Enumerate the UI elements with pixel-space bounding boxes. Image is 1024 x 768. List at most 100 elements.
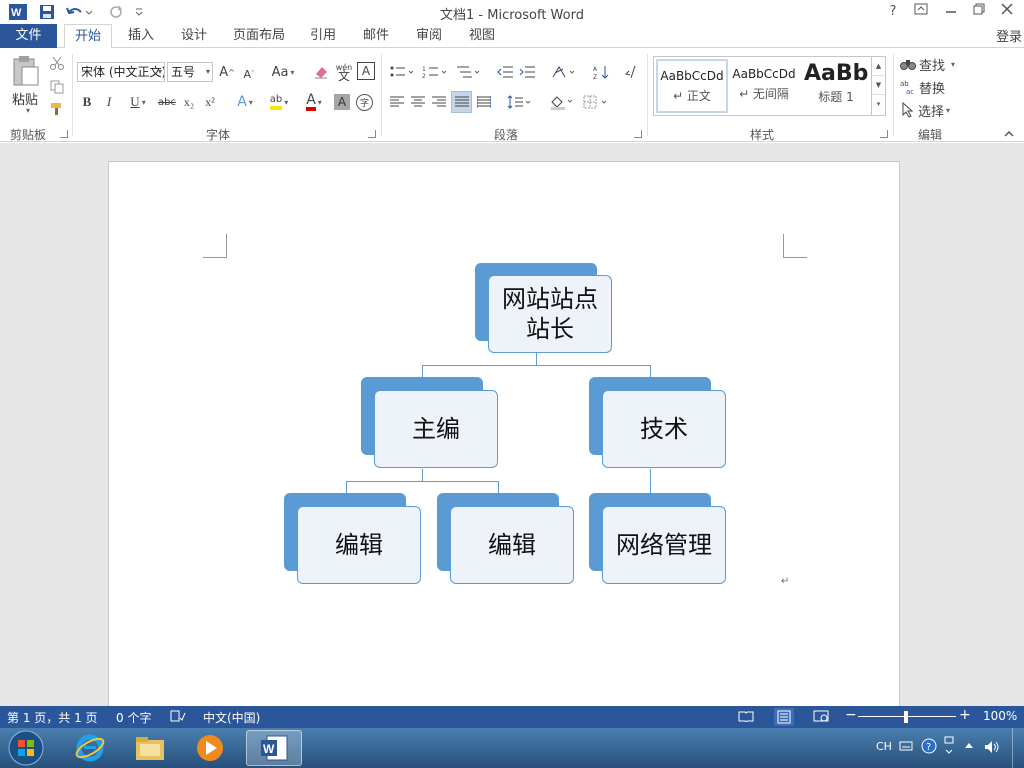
justify-icon[interactable]	[451, 91, 472, 113]
start-button-icon[interactable]	[4, 730, 48, 766]
zoom-level[interactable]: 100%	[983, 709, 1017, 723]
style-normal[interactable]: AaBbCcDd ↵ 正文	[656, 59, 728, 113]
align-left-icon[interactable]	[388, 92, 406, 112]
bold-button[interactable]: B	[79, 92, 95, 112]
ime-settings-icon[interactable]	[944, 736, 954, 759]
select-button[interactable]: 选择 ▾	[902, 100, 962, 120]
paste-icon[interactable]	[8, 54, 42, 88]
paste-dropdown-icon[interactable]: ▾	[20, 105, 34, 115]
highlight-button[interactable]: ab ▾	[263, 92, 295, 112]
strikethrough-button[interactable]: abc	[156, 92, 178, 112]
tab-page-layout[interactable]: 页面布局	[228, 24, 290, 48]
tab-review[interactable]: 审阅	[408, 24, 450, 48]
help-icon[interactable]: ?	[921, 738, 937, 757]
language-indicator[interactable]: 中文(中国)	[203, 709, 260, 726]
file-explorer-icon[interactable]	[126, 730, 174, 766]
style-heading-1[interactable]: AaBb 标题 1	[800, 59, 872, 113]
clear-formatting-icon[interactable]	[312, 62, 330, 82]
line-spacing-icon[interactable]	[505, 92, 535, 112]
character-border-button[interactable]: A	[357, 62, 375, 80]
node-tech[interactable]: 技术	[602, 390, 726, 468]
phonetic-guide-button[interactable]: wén 文	[334, 60, 354, 84]
paragraph-dialog-launcher-icon[interactable]	[634, 130, 642, 138]
proofing-icon[interactable]	[170, 710, 186, 725]
subscript-button[interactable]: x₂	[180, 92, 198, 112]
zoom-out-button[interactable]: −	[845, 707, 857, 723]
word-taskbar-icon[interactable]: W	[246, 730, 302, 766]
show-formatting-marks-icon[interactable]	[623, 62, 641, 82]
show-hidden-icons[interactable]	[964, 740, 974, 753]
input-language[interactable]: CH	[876, 740, 892, 753]
text-effects-button[interactable]: A ▾	[231, 92, 259, 112]
numbering-icon[interactable]: 12	[420, 62, 450, 82]
page-count[interactable]: 第 1 页，共 1 页	[7, 709, 98, 726]
node-editor-2[interactable]: 编辑	[450, 506, 574, 584]
tab-references[interactable]: 引用	[302, 24, 344, 48]
web-layout-icon[interactable]	[813, 710, 829, 725]
tab-insert[interactable]: 插入	[120, 24, 162, 48]
smartart-org-chart[interactable]: 网站站点站长 主编 技术 编辑 编辑 网络管理	[109, 162, 901, 706]
media-player-icon[interactable]	[186, 730, 234, 766]
minimize-button[interactable]	[940, 2, 962, 22]
decrease-indent-icon[interactable]	[495, 62, 515, 82]
tab-design[interactable]: 设计	[173, 24, 215, 48]
italic-button[interactable]: I	[101, 92, 117, 112]
copy-icon[interactable]	[48, 78, 66, 96]
gallery-down-icon[interactable]: ▼	[872, 76, 885, 95]
tab-home[interactable]: 开始	[64, 24, 112, 49]
gallery-up-icon[interactable]: ▲	[872, 57, 885, 76]
borders-icon[interactable]	[581, 92, 611, 112]
document-page[interactable]: 网站站点站长 主编 技术 编辑 编辑 网络管理 ↵	[108, 161, 900, 706]
grow-font-button[interactable]: A ^	[218, 62, 236, 82]
shading-icon[interactable]	[547, 92, 577, 112]
show-desktop-button[interactable]	[1012, 728, 1024, 768]
gallery-more-icon[interactable]: ▾	[872, 95, 885, 114]
tab-view[interactable]: 视图	[461, 24, 503, 48]
chinese-layout-icon[interactable]	[549, 62, 579, 82]
font-color-button[interactable]: A ▾	[299, 92, 329, 112]
node-chief-editor[interactable]: 主编	[374, 390, 498, 468]
tab-file[interactable]: 文件	[0, 24, 57, 48]
node-editor-1[interactable]: 编辑	[297, 506, 421, 584]
align-right-icon[interactable]	[430, 92, 448, 112]
underline-button[interactable]: U ▾	[123, 92, 153, 112]
zoom-slider-thumb[interactable]	[904, 711, 908, 723]
zoom-in-button[interactable]: +	[959, 707, 971, 723]
distributed-icon[interactable]	[475, 92, 493, 112]
character-shading-button[interactable]: A	[334, 94, 350, 110]
style-no-spacing[interactable]: AaBbCcDd ↵ 无间隔	[728, 59, 800, 113]
node-network-admin[interactable]: 网络管理	[602, 506, 726, 584]
font-dialog-launcher-icon[interactable]	[368, 130, 376, 138]
collapse-ribbon-icon[interactable]	[1002, 128, 1016, 140]
cut-icon[interactable]	[48, 54, 66, 72]
clipboard-dialog-launcher-icon[interactable]	[60, 130, 68, 138]
word-count[interactable]: 0 个字	[116, 709, 151, 726]
font-name-select[interactable]: 宋体 (中文正文) ▾	[77, 62, 165, 82]
multilevel-list-icon[interactable]	[453, 62, 483, 82]
bullets-icon[interactable]	[387, 62, 417, 82]
increase-indent-icon[interactable]	[517, 62, 537, 82]
restore-button[interactable]	[968, 2, 990, 22]
font-size-select[interactable]: 五号 ▾	[167, 62, 213, 82]
align-center-icon[interactable]	[409, 92, 427, 112]
read-mode-icon[interactable]	[738, 710, 754, 725]
superscript-button[interactable]: x²	[201, 92, 219, 112]
find-button[interactable]: 查找 ▾	[900, 54, 964, 74]
format-painter-icon[interactable]	[48, 100, 66, 118]
sign-in-link[interactable]: 登录	[996, 26, 1022, 45]
styles-dialog-launcher-icon[interactable]	[880, 130, 888, 138]
node-root[interactable]: 网站站点站长	[488, 275, 612, 353]
shrink-font-button[interactable]: Aˇ	[240, 64, 258, 84]
change-case-button[interactable]: Aa ▾	[268, 62, 298, 82]
enclose-characters-button[interactable]: 字	[356, 94, 373, 111]
help-button[interactable]: ?	[882, 2, 904, 22]
sort-icon[interactable]: AZ	[591, 62, 611, 82]
tab-mailings[interactable]: 邮件	[355, 24, 397, 48]
replace-button[interactable]: ab ac 替换	[900, 77, 960, 97]
print-layout-icon[interactable]	[774, 708, 794, 726]
internet-explorer-icon[interactable]	[66, 730, 114, 766]
ribbon-display-options-button[interactable]	[910, 2, 932, 22]
keyboard-icon[interactable]	[899, 740, 913, 755]
close-button[interactable]	[996, 2, 1018, 22]
volume-icon[interactable]	[984, 740, 1000, 757]
